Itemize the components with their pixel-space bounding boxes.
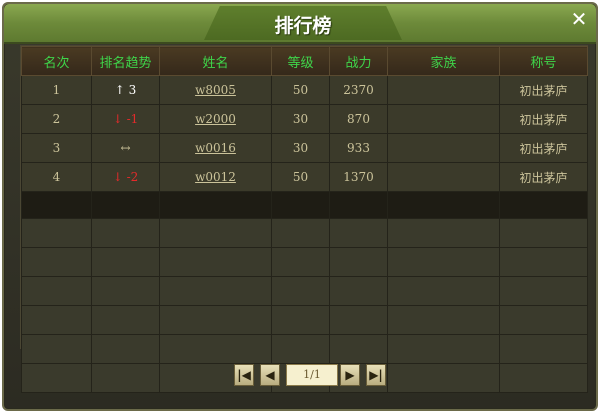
trend-cell: ↔ <box>91 133 160 163</box>
table-row[interactable]: 4 ↓ -2 w0012 50 1370 初出茅庐 <box>21 162 588 192</box>
window-title: 排行榜 <box>274 15 332 37</box>
family-cell <box>387 104 500 134</box>
first-page-button[interactable]: |◀ <box>234 364 254 386</box>
rank-cell: 2 <box>21 104 92 134</box>
page-indicator: 1/1 <box>286 364 338 386</box>
empty-row <box>21 218 588 248</box>
trend-cell: ↓ -1 <box>91 104 160 134</box>
name-cell: w2000 <box>159 104 272 134</box>
empty-row <box>21 334 588 364</box>
last-page-button[interactable]: ▶| <box>366 364 386 386</box>
player-name-link[interactable]: w0012 <box>195 170 236 184</box>
power-cell: 870 <box>329 104 388 134</box>
power-cell: 2370 <box>329 75 388 105</box>
next-page-button[interactable]: ▶ <box>340 364 360 386</box>
table-row[interactable]: 3 ↔ w0016 30 933 初出茅庐 <box>21 133 588 163</box>
ranking-board: 名次 排名趋势 姓名 等级 战力 家族 称号 1 ↑ 3 w8005 50 23… <box>20 45 588 393</box>
empty-row <box>21 276 588 306</box>
name-cell: w0012 <box>159 162 272 192</box>
title-cell: 初出茅庐 <box>499 75 588 105</box>
title-cell: 初出茅庐 <box>499 104 588 134</box>
trend-value: -1 <box>126 112 139 126</box>
ranking-table: 名次 排名趋势 姓名 等级 战力 家族 称号 1 ↑ 3 w8005 50 23… <box>21 46 588 393</box>
header-level[interactable]: 等级 <box>271 46 330 76</box>
trend-down-icon: ↓ <box>112 112 123 126</box>
empty-row <box>21 305 588 335</box>
trend-up-icon: ↑ <box>114 83 125 97</box>
trend-down-icon: ↓ <box>112 170 123 184</box>
name-cell: w0016 <box>159 133 272 163</box>
trend-flat-icon: ↔ <box>120 141 131 155</box>
rank-cell: 4 <box>21 162 92 192</box>
header-trend[interactable]: 排名趋势 <box>91 46 160 76</box>
power-cell: 1370 <box>329 162 388 192</box>
title-cell: 初出茅庐 <box>499 162 588 192</box>
rank-cell: 1 <box>21 75 92 105</box>
header-title[interactable]: 称号 <box>499 46 588 76</box>
level-cell: 50 <box>271 162 330 192</box>
level-cell: 30 <box>271 133 330 163</box>
family-cell <box>387 133 500 163</box>
header-family[interactable]: 家族 <box>387 46 500 76</box>
table-row[interactable]: 1 ↑ 3 w8005 50 2370 初出茅庐 <box>21 75 588 105</box>
leaderboard-window: 排行榜 ✕ 名次 排名趋势 姓名 等级 战力 家族 称号 1 ↑ 3 w8005… <box>2 2 598 411</box>
title-cell: 初出茅庐 <box>499 133 588 163</box>
power-cell: 933 <box>329 133 388 163</box>
level-cell: 50 <box>271 75 330 105</box>
trend-cell: ↓ -2 <box>91 162 160 192</box>
header-name[interactable]: 姓名 <box>159 46 272 76</box>
family-cell <box>387 75 500 105</box>
family-cell <box>387 162 500 192</box>
name-cell: w8005 <box>159 75 272 105</box>
player-name-link[interactable]: w2000 <box>195 112 236 126</box>
player-name-link[interactable]: w0016 <box>195 141 236 155</box>
trend-value: -2 <box>126 170 139 184</box>
header-power[interactable]: 战力 <box>329 46 388 76</box>
close-icon[interactable]: ✕ <box>568 8 590 30</box>
trend-cell: ↑ 3 <box>91 75 160 105</box>
table-header: 名次 排名趋势 姓名 等级 战力 家族 称号 <box>21 46 588 76</box>
table-row[interactable]: 2 ↓ -1 w2000 30 870 初出茅庐 <box>21 104 588 134</box>
empty-row <box>21 247 588 277</box>
title-bar: 排行榜 ✕ <box>4 4 596 44</box>
prev-page-button[interactable]: ◀ <box>260 364 280 386</box>
level-cell: 30 <box>271 104 330 134</box>
trend-value: 3 <box>128 83 137 97</box>
rank-cell: 3 <box>21 133 92 163</box>
player-name-link[interactable]: w8005 <box>195 83 236 97</box>
separator-row <box>21 191 588 219</box>
header-rank[interactable]: 名次 <box>21 46 92 76</box>
